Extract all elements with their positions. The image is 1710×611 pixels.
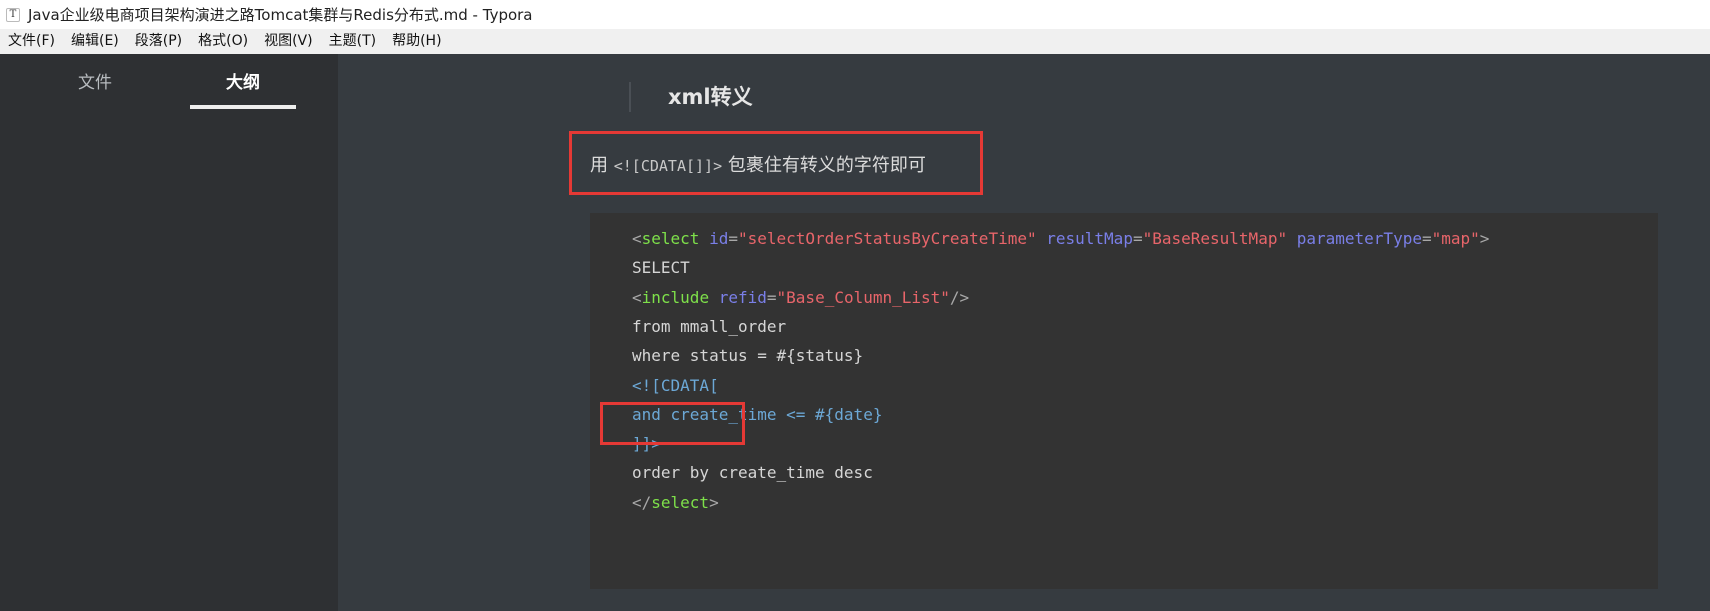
editor-area[interactable]: xml转义 用 <![CDATA[]]> 包裹住有转义的字符即可 <select… bbox=[338, 54, 1710, 611]
code-token-punc: < bbox=[632, 287, 642, 307]
code-token-attr: resultMap bbox=[1046, 229, 1133, 248]
code-token-tag: select bbox=[641, 229, 700, 248]
code-line: <![CDATA[ bbox=[632, 375, 719, 397]
code-line: from mmall_order bbox=[632, 316, 786, 338]
code-token-punc: = bbox=[766, 287, 777, 307]
menu-help[interactable]: 帮助(H) bbox=[384, 29, 449, 54]
code-line: <select id="selectOrderStatusByCreateTim… bbox=[632, 228, 1489, 250]
menu-themes[interactable]: 主题(T) bbox=[321, 29, 384, 54]
section-heading[interactable]: xml转义 bbox=[668, 82, 753, 112]
code-token-attr: refid bbox=[718, 287, 767, 307]
code-token-attr: parameterType bbox=[1296, 229, 1422, 248]
code-token-str: "BaseResultMap" bbox=[1142, 229, 1288, 248]
code-line: </select> bbox=[632, 492, 719, 514]
code-token-cdata: <![CDATA[ bbox=[632, 375, 719, 395]
typora-app-icon: T bbox=[6, 7, 20, 22]
menu-bar: 文件(F) 编辑(E) 段落(P) 格式(O) 视图(V) 主题(T) 帮助(H… bbox=[0, 29, 1710, 54]
code-token-attr: id bbox=[709, 229, 729, 248]
code-token-punc: > bbox=[1479, 229, 1490, 248]
menu-edit[interactable]: 编辑(E) bbox=[63, 29, 127, 54]
heading-marker bbox=[629, 82, 631, 112]
code-line: SELECT bbox=[632, 257, 690, 279]
code-token-tag: select bbox=[651, 492, 710, 512]
code-token-plain: where status = #{status} bbox=[632, 346, 864, 366]
code-token-punc: > bbox=[709, 492, 719, 512]
tab-outline[interactable]: 大纲 bbox=[190, 68, 296, 93]
code-token-plain: order by create_time desc bbox=[632, 463, 873, 483]
menu-paragraph[interactable]: 段落(P) bbox=[127, 29, 190, 54]
window-title: Java企业级电商项目架构演进之路Tomcat集群与Redis分布式.md - … bbox=[28, 6, 533, 24]
code-token-punc: = bbox=[1421, 229, 1432, 248]
menu-view[interactable]: 视图(V) bbox=[256, 29, 321, 54]
sidebar: 文件 大纲 bbox=[0, 54, 338, 611]
code-token-punc: = bbox=[728, 229, 738, 248]
tab-files[interactable]: 文件 bbox=[42, 68, 148, 93]
menu-format[interactable]: 格式(O) bbox=[190, 29, 256, 54]
window-title-bar[interactable]: T Java企业级电商项目架构演进之路Tomcat集群与Redis分布式.md … bbox=[0, 0, 1710, 29]
code-line: order by create_time desc bbox=[632, 462, 873, 484]
code-token-str: "selectOrderStatusByCreateTime" bbox=[737, 229, 1037, 248]
code-token-punc: = bbox=[1132, 229, 1143, 248]
code-token-plain: SELECT bbox=[632, 258, 690, 278]
code-token-punc: < bbox=[632, 229, 642, 248]
code-token-tag: include bbox=[641, 287, 710, 307]
code-line: where status = #{status} bbox=[632, 345, 863, 367]
code-token-punc: </ bbox=[632, 492, 652, 512]
code-token-plain: from mmall_order bbox=[632, 316, 787, 336]
code-token-str: "map" bbox=[1431, 229, 1480, 248]
code-line: <include refid="Base_Column_List"/> bbox=[632, 287, 969, 309]
highlight-box-cdata-end bbox=[600, 402, 745, 445]
code-block[interactable]: <select id="selectOrderStatusByCreateTim… bbox=[590, 213, 1658, 589]
code-token-punc: /> bbox=[949, 287, 970, 307]
active-tab-indicator bbox=[190, 105, 296, 109]
menu-file[interactable]: 文件(F) bbox=[0, 29, 63, 54]
code-token-str: "Base_Column_List" bbox=[776, 287, 950, 307]
highlight-box-paragraph bbox=[569, 131, 983, 195]
